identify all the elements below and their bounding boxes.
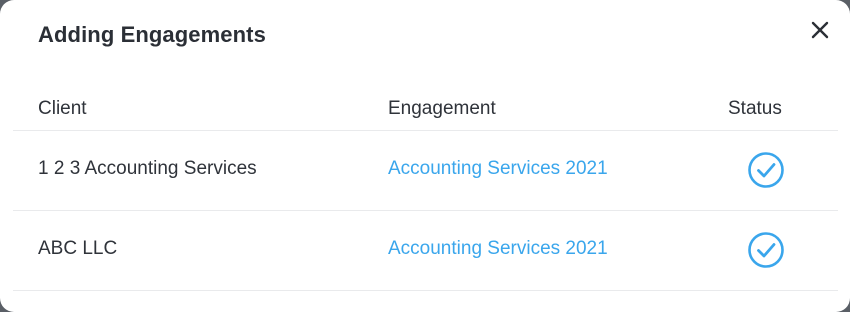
column-header-client: Client — [38, 98, 87, 119]
check-circle-icon — [748, 232, 784, 268]
check-circle-icon — [748, 152, 784, 188]
table-row: 1 2 3 Accounting Services Accounting Ser… — [13, 131, 838, 211]
client-name: 1 2 3 Accounting Services — [38, 158, 257, 179]
modal-title: Adding Engagements — [38, 22, 266, 47]
column-header-status: Status — [728, 98, 782, 119]
column-header-engagement: Engagement — [388, 98, 496, 119]
client-name: ABC LLC — [38, 238, 118, 259]
engagements-table: Client Engagement Status 1 2 3 Accountin… — [13, 88, 838, 291]
engagement-link[interactable]: Accounting Services 2021 — [388, 238, 608, 260]
engagement-link[interactable]: Accounting Services 2021 — [388, 158, 608, 180]
adding-engagements-modal: Adding Engagements Client Engagement Sta… — [0, 0, 850, 312]
close-button[interactable] — [806, 16, 834, 44]
close-icon — [811, 21, 829, 39]
table-row: ABC LLC Accounting Services 2021 — [13, 211, 838, 291]
table-header-row: Client Engagement Status — [13, 88, 838, 131]
